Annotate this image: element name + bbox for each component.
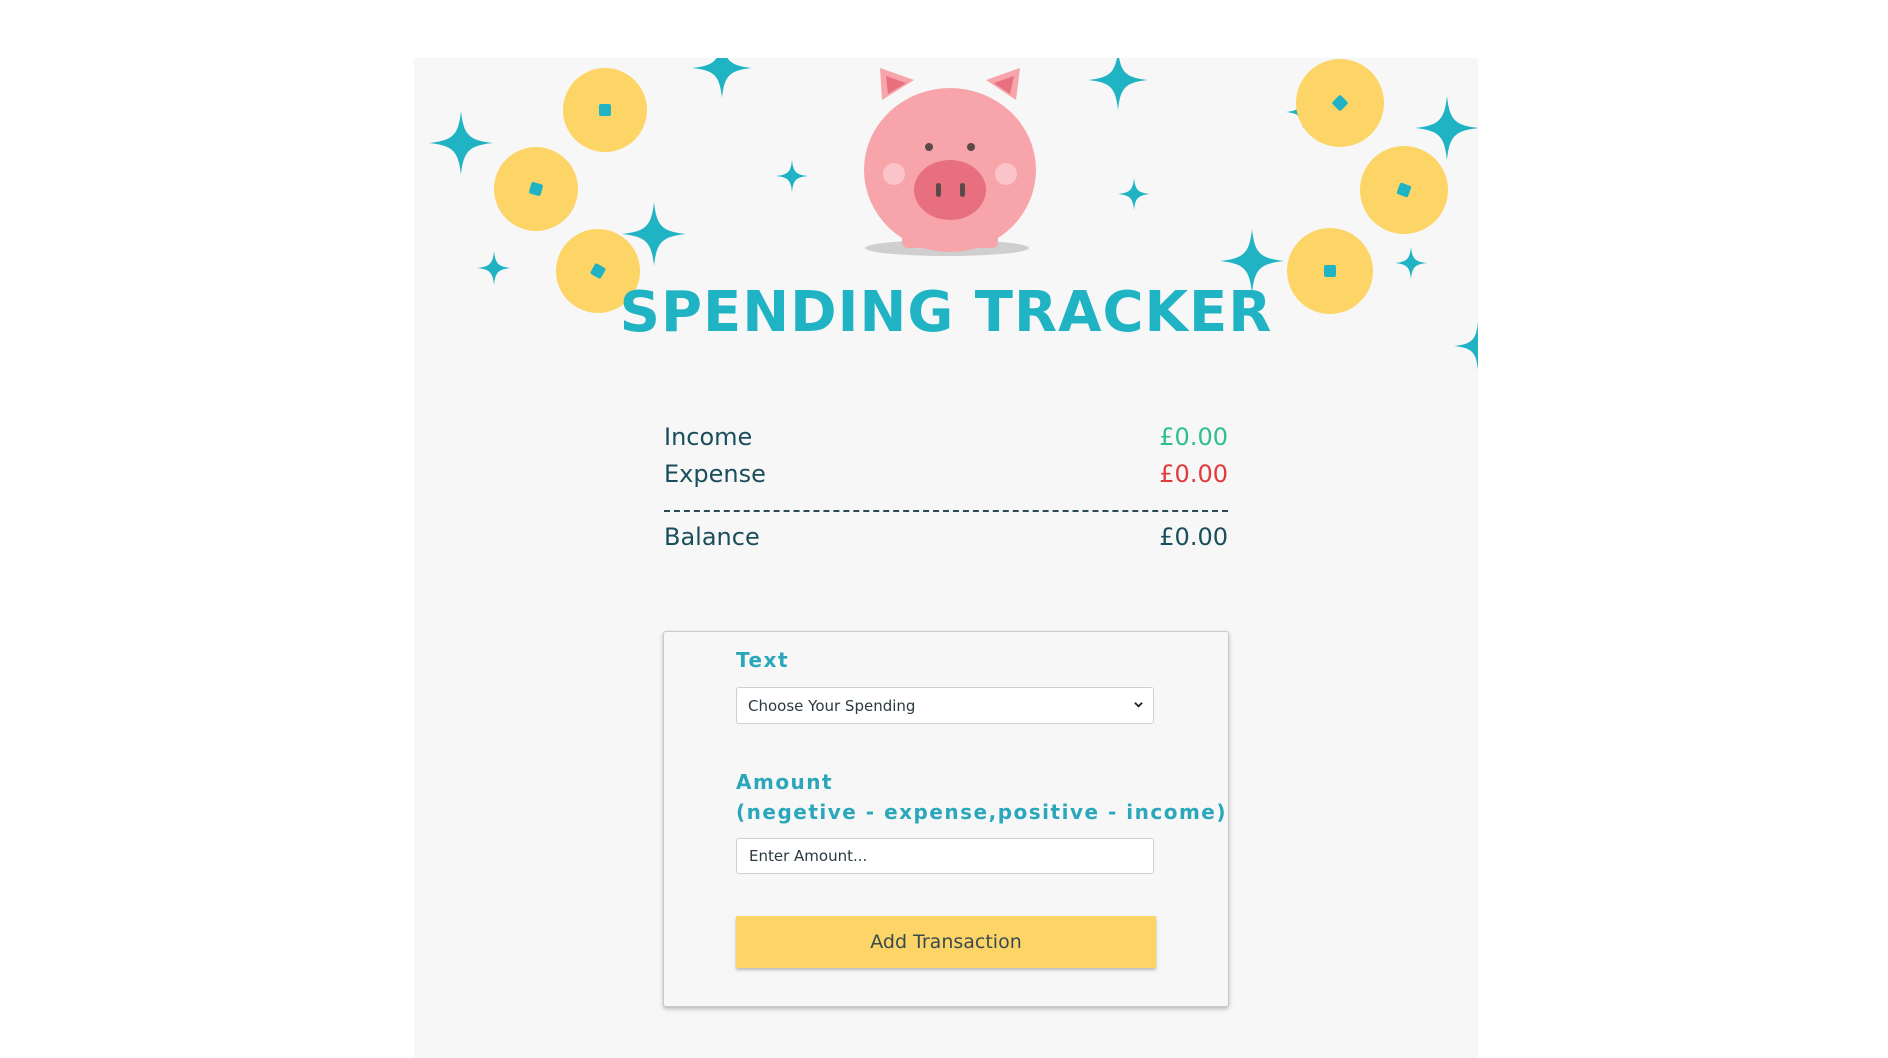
balance-summary: Income £0.00 Expense £0.00 Balance £0.00 — [664, 418, 1228, 555]
page-title: SPENDING TRACKER — [619, 280, 1273, 345]
spending-select[interactable]: Choose Your Spending — [736, 687, 1154, 724]
expense-row: Expense £0.00 — [664, 455, 1228, 492]
balance-row: Balance £0.00 — [664, 518, 1228, 555]
income-row: Income £0.00 — [664, 418, 1228, 455]
amount-input[interactable] — [736, 838, 1154, 874]
amount-hint: (negetive - expense,positive - income) — [736, 800, 1228, 824]
income-value: £0.00 — [1159, 422, 1228, 451]
expense-value: £0.00 — [1159, 459, 1228, 488]
transaction-form: Text Choose Your Spending Amount (negeti… — [663, 631, 1229, 1007]
income-label: Income — [664, 422, 753, 451]
expense-label: Expense — [664, 459, 766, 488]
amount-label: Amount — [736, 770, 834, 794]
piggy-bank-icon — [864, 68, 1036, 256]
balance-value: £0.00 — [1159, 522, 1228, 551]
balance-label: Balance — [664, 522, 760, 551]
app-container: SPENDING TRACKER Income £0.00 Expense £0… — [414, 58, 1478, 1058]
chevron-down-icon — [1134, 702, 1143, 708]
text-label: Text — [736, 648, 790, 672]
spending-select-value: Choose Your Spending — [748, 696, 916, 715]
summary-divider — [664, 510, 1228, 512]
add-transaction-button[interactable]: Add Transaction — [736, 916, 1156, 968]
